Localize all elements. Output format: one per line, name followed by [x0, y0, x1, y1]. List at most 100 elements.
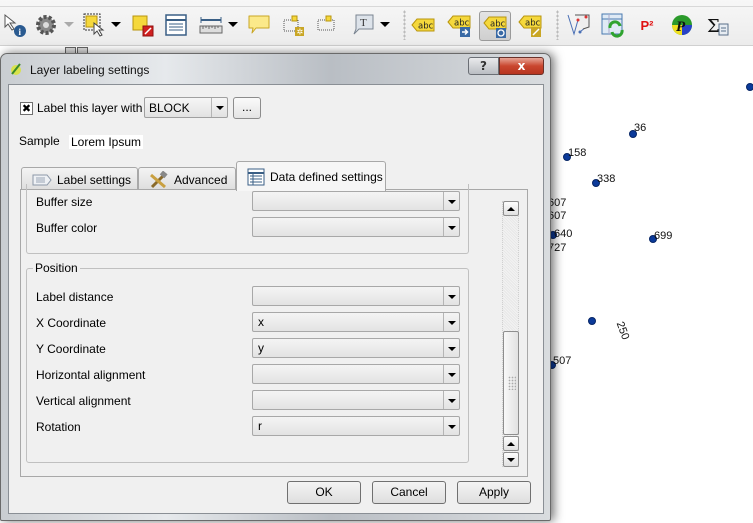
sample-label: Sample: [19, 134, 60, 148]
rotate-label-button[interactable]: abc: [479, 11, 511, 41]
dialog-title: Layer labeling settings: [30, 63, 150, 77]
chevron-down-icon: [443, 417, 459, 435]
new-bookmark-button[interactable]: ✲: [281, 12, 307, 38]
point-label: 699: [654, 230, 673, 242]
position-group-title: Position: [33, 261, 80, 275]
buffer-group: Buffer size Buffer color: [26, 184, 469, 254]
python-plugin-button[interactable]: P: [669, 12, 695, 38]
scroll-up-button[interactable]: [503, 436, 519, 451]
label-layer-checkbox[interactable]: ✖: [20, 102, 33, 115]
table-icon: [247, 168, 265, 185]
help-icon: ?: [480, 59, 487, 73]
toolbar-grip[interactable]: [403, 10, 406, 40]
close-button[interactable]: x: [499, 57, 544, 75]
point-label: 158: [568, 147, 587, 159]
tab-label: Data defined settings: [270, 169, 383, 184]
sigma-calculator-icon: Σ: [707, 16, 729, 37]
label-layer-checkbox-label[interactable]: Label this layer with: [37, 101, 142, 115]
toolbar-grip[interactable]: [556, 10, 559, 40]
svg-text:Σ: Σ: [707, 16, 720, 37]
dialog-titlebar[interactable]: Layer labeling settings ? x: [1, 54, 550, 84]
chevron-down-icon[interactable]: [380, 22, 390, 27]
panel-scrollbar[interactable]: [502, 201, 519, 467]
change-label-button[interactable]: abc: [517, 12, 543, 38]
y-coordinate-select[interactable]: y: [252, 338, 460, 358]
chevron-down-icon: [211, 98, 227, 117]
horizontal-alignment-select[interactable]: [252, 364, 460, 384]
move-label-icon: abc: [447, 15, 471, 37]
rotate-label-icon: abc: [483, 16, 507, 38]
label-distance-select[interactable]: [252, 286, 460, 306]
apply-button[interactable]: Apply: [457, 481, 531, 504]
speech-bubble-icon: [248, 15, 270, 34]
main-toolbar: i ✲ T abc abc abc abc P² P Σ: [0, 0, 753, 46]
dialog-body: ✖ Label this layer with BLOCK ... Sample…: [8, 84, 544, 514]
ruler-icon: [199, 17, 223, 34]
tab-data-defined-settings[interactable]: Data defined settings: [236, 161, 386, 191]
expression-button[interactable]: ...: [233, 97, 261, 119]
point-label: 250: [613, 320, 632, 342]
rotation-select[interactable]: r: [252, 416, 460, 436]
layer-labeling-dialog: Layer labeling settings ? x ✖ Label this…: [0, 53, 551, 521]
chevron-down-icon[interactable]: [64, 22, 74, 27]
chevron-down-icon[interactable]: [111, 22, 121, 27]
label-field-value: BLOCK: [149, 101, 190, 115]
toolbar-divider: [0, 6, 753, 7]
chevron-down-icon: [443, 287, 459, 305]
text-annotation-button[interactable]: T: [350, 12, 376, 38]
map-tips-button[interactable]: [246, 12, 272, 38]
cancel-button[interactable]: Cancel: [372, 481, 446, 504]
attribute-table-icon: [165, 14, 187, 36]
postgis-plugin-button[interactable]: P²: [634, 12, 660, 38]
chevron-down-icon: [443, 391, 459, 409]
table-refresh-icon: [601, 13, 624, 38]
scroll-up-button[interactable]: [503, 201, 519, 216]
chevron-down-icon: [443, 365, 459, 383]
svg-text:✲: ✲: [297, 28, 304, 37]
identify-features-button[interactable]: i: [2, 12, 28, 38]
run-feature-action-button[interactable]: [33, 12, 59, 38]
rotation-value: r: [258, 419, 262, 433]
chevron-down-icon[interactable]: [228, 22, 238, 27]
gear-icon: [36, 15, 56, 35]
scroll-down-button[interactable]: [503, 452, 519, 467]
move-label-button[interactable]: abc: [446, 12, 472, 38]
close-icon: x: [517, 59, 526, 73]
deselect-all-button[interactable]: [130, 12, 156, 38]
layer-labeling-button[interactable]: abc: [410, 12, 436, 38]
vertical-alignment-label: Vertical alignment: [36, 394, 131, 408]
point-label: 338: [597, 173, 616, 185]
label-field-select[interactable]: BLOCK: [144, 97, 228, 118]
deselect-icon: [132, 15, 154, 37]
point-label: 36: [634, 122, 647, 134]
x-coordinate-select[interactable]: x: [252, 312, 460, 332]
vertical-alignment-select[interactable]: [252, 390, 460, 410]
new-bookmark-icon: ✲: [283, 15, 304, 37]
map-point[interactable]: [588, 317, 596, 325]
label-distance-label: Label distance: [36, 290, 114, 304]
change-label-icon: abc: [518, 15, 542, 37]
map-point[interactable]: [746, 83, 753, 91]
refresh-table-button[interactable]: [600, 12, 626, 38]
x-coordinate-label: X Coordinate: [36, 316, 107, 330]
chevron-down-icon: [443, 313, 459, 331]
scrollbar-thumb[interactable]: [503, 331, 519, 435]
chevron-down-icon: [443, 339, 459, 357]
field-calculator-button[interactable]: Σ: [705, 12, 731, 38]
help-button[interactable]: ?: [468, 57, 499, 75]
digitize-tool-button[interactable]: [565, 12, 591, 38]
buffer-size-select[interactable]: [252, 191, 460, 211]
point-label: 507: [553, 355, 572, 367]
show-bookmarks-button[interactable]: [315, 12, 341, 38]
svg-text:T: T: [360, 17, 367, 29]
text-annotation-icon: T: [353, 14, 374, 35]
buffer-size-label: Buffer size: [36, 195, 93, 209]
position-group: Position Label distance X Coordinate x Y…: [26, 261, 469, 463]
ok-button[interactable]: OK: [287, 481, 361, 504]
label-abc-icon: abc: [411, 18, 435, 32]
measure-line-button[interactable]: [198, 12, 224, 38]
x-coordinate-value: x: [258, 315, 264, 329]
select-features-button[interactable]: [82, 12, 108, 38]
open-attribute-table-button[interactable]: [163, 12, 189, 38]
buffer-color-select[interactable]: [252, 217, 460, 237]
